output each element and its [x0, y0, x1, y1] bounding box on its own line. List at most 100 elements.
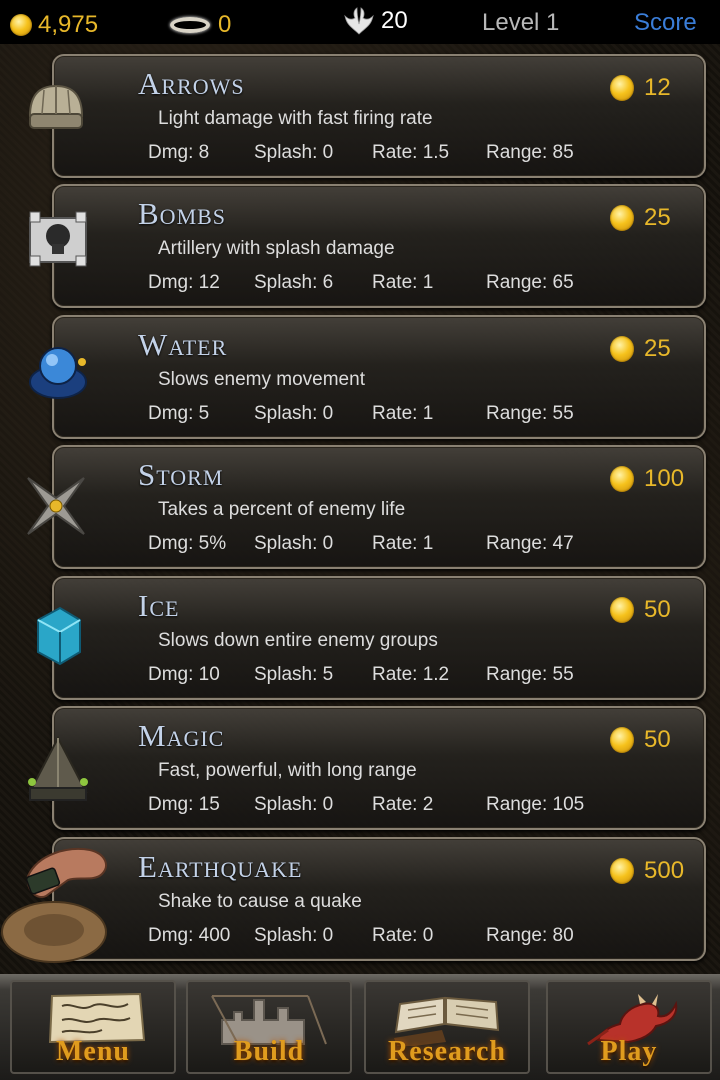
- tower-name: Storm: [138, 457, 224, 492]
- halo-icon: [170, 17, 210, 33]
- storm-tower-icon: [27, 477, 85, 535]
- menu-label: Menu: [56, 1036, 130, 1067]
- tower-range: Range: 55: [486, 403, 574, 424]
- halo-counter: 0: [170, 11, 231, 39]
- ice-tower-icon: [37, 606, 81, 666]
- tower-range: Range: 80: [486, 925, 574, 946]
- tower-range: Range: 85: [486, 142, 574, 163]
- wings-icon: [344, 7, 374, 35]
- tower-rate: Rate: 1: [372, 403, 434, 424]
- tower-description: Takes a percent of enemy life: [158, 499, 406, 520]
- lives-counter: 20: [343, 6, 408, 36]
- tower-damage: Dmg: 8: [148, 142, 210, 163]
- tower-splash: Splash: 0: [254, 925, 334, 946]
- tower-name: Magic: [138, 718, 225, 753]
- tower-cost-amount: 50: [644, 596, 671, 623]
- tower-card-earthquake[interactable]: Earthquake Shake to cause a quake Dmg: 4…: [52, 837, 706, 961]
- tower-splash: Splash: 5: [254, 664, 334, 685]
- bottom-nav: Menu Build Research Play: [0, 974, 720, 1080]
- menu-button[interactable]: Menu: [10, 980, 176, 1074]
- tower-cost-amount: 50: [644, 726, 671, 753]
- tower-rate: Rate: 1.5: [372, 142, 450, 163]
- gold-coin-icon: [610, 75, 634, 101]
- tower-name: Bombs: [138, 196, 227, 231]
- tower-card-magic[interactable]: Magic Fast, powerful, with long range Dm…: [52, 706, 706, 830]
- tower-description: Slows enemy movement: [158, 369, 365, 390]
- tower-cost: 25: [610, 335, 671, 363]
- tower-card-water[interactable]: Water Slows enemy movement Dmg: 5 Splash…: [52, 315, 706, 439]
- level-label: Level 1: [482, 9, 560, 36]
- tower-splash: Splash: 0: [254, 403, 334, 424]
- gold-coin-icon: [610, 336, 634, 362]
- lives-amount: 20: [381, 7, 408, 34]
- halo-amount: 0: [218, 11, 232, 38]
- tower-cost-amount: 100: [644, 465, 685, 492]
- tower-cost: 50: [610, 596, 671, 624]
- tower-cost: 500: [610, 857, 684, 885]
- tower-cost-amount: 25: [644, 335, 671, 362]
- tower-damage: Dmg: 400: [148, 925, 231, 946]
- tower-stats: Dmg: 5 Splash: 0 Rate: 1 Range: 55: [148, 403, 688, 429]
- tower-cost: 100: [610, 465, 684, 493]
- tower-rate: Rate: 1: [372, 533, 434, 554]
- tower-stats: Dmg: 400 Splash: 0 Rate: 0 Range: 80: [148, 925, 688, 951]
- gold-coin-icon: [610, 205, 634, 231]
- tower-cost: 25: [610, 204, 671, 232]
- bomb-tower-icon: [29, 211, 87, 267]
- tower-stats: Dmg: 8 Splash: 0 Rate: 1.5 Range: 85: [148, 142, 688, 168]
- tower-description: Artillery with splash damage: [158, 238, 395, 259]
- tower-range: Range: 65: [486, 272, 574, 293]
- tower-damage: Dmg: 10: [148, 664, 220, 685]
- tower-rate: Rate: 1.2: [372, 664, 450, 685]
- tower-description: Fast, powerful, with long range: [158, 760, 417, 781]
- tower-rate: Rate: 0: [372, 925, 434, 946]
- tower-range: Range: 47: [486, 533, 574, 554]
- score-button[interactable]: Score: [634, 9, 697, 37]
- gold-coin-icon: [610, 466, 634, 492]
- tower-stats: Dmg: 5% Splash: 0 Rate: 1 Range: 47: [148, 533, 688, 559]
- research-button[interactable]: Research: [364, 980, 530, 1074]
- tower-rate: Rate: 2: [372, 794, 434, 815]
- tower-cost: 12: [610, 74, 671, 102]
- tower-splash: Splash: 6: [254, 272, 334, 293]
- play-label: Play: [600, 1036, 658, 1067]
- tower-stats: Dmg: 15 Splash: 0 Rate: 2 Range: 105: [148, 794, 688, 820]
- water-tower-icon: [29, 347, 87, 399]
- tower-range: Range: 55: [486, 664, 574, 685]
- earthquake-icon: [1, 848, 107, 963]
- tower-name: Ice: [138, 588, 180, 623]
- tower-card-ice[interactable]: Ice Slows down entire enemy groups Dmg: …: [52, 576, 706, 700]
- tower-damage: Dmg: 12: [148, 272, 220, 293]
- tower-damage: Dmg: 5: [148, 403, 210, 424]
- tower-name: Water: [138, 327, 228, 362]
- magic-tower-icon: [28, 735, 88, 801]
- tower-cost-amount: 500: [644, 857, 685, 884]
- tower-cost-amount: 12: [644, 74, 671, 101]
- research-label: Research: [388, 1036, 506, 1067]
- tower-cost-amount: 25: [644, 204, 671, 231]
- tower-damage: Dmg: 15: [148, 794, 220, 815]
- tower-stats: Dmg: 10 Splash: 5 Rate: 1.2 Range: 55: [148, 664, 688, 690]
- gold-counter: 4,975: [10, 11, 98, 39]
- tower-description: Light damage with fast firing rate: [158, 108, 433, 129]
- tower-range: Range: 105: [486, 794, 585, 815]
- play-button[interactable]: Play: [546, 980, 712, 1074]
- tower-name: Earthquake: [138, 849, 303, 884]
- gold-coin-icon: [610, 858, 634, 884]
- build-label: Build: [233, 1036, 305, 1067]
- tower-splash: Splash: 0: [254, 533, 334, 554]
- tower-card-bombs[interactable]: Bombs Artillery with splash damage Dmg: …: [52, 184, 706, 308]
- tower-description: Shake to cause a quake: [158, 891, 362, 912]
- tower-rate: Rate: 1: [372, 272, 434, 293]
- arrow-tower-icon: [28, 84, 84, 129]
- tower-splash: Splash: 0: [254, 794, 334, 815]
- tower-description: Slows down entire enemy groups: [158, 630, 438, 651]
- gold-coin-icon: [610, 727, 634, 753]
- tower-card-arrows[interactable]: Arrows Light damage with fast firing rat…: [52, 54, 706, 178]
- tower-splash: Splash: 0: [254, 142, 334, 163]
- tower-stats: Dmg: 12 Splash: 6 Rate: 1 Range: 65: [148, 272, 688, 298]
- gold-coin-icon: [610, 597, 634, 623]
- tower-card-storm[interactable]: Storm Takes a percent of enemy life Dmg:…: [52, 445, 706, 569]
- status-bar: 4,975 0 20 Level 1 Score: [0, 0, 720, 44]
- build-button[interactable]: Build: [186, 980, 352, 1074]
